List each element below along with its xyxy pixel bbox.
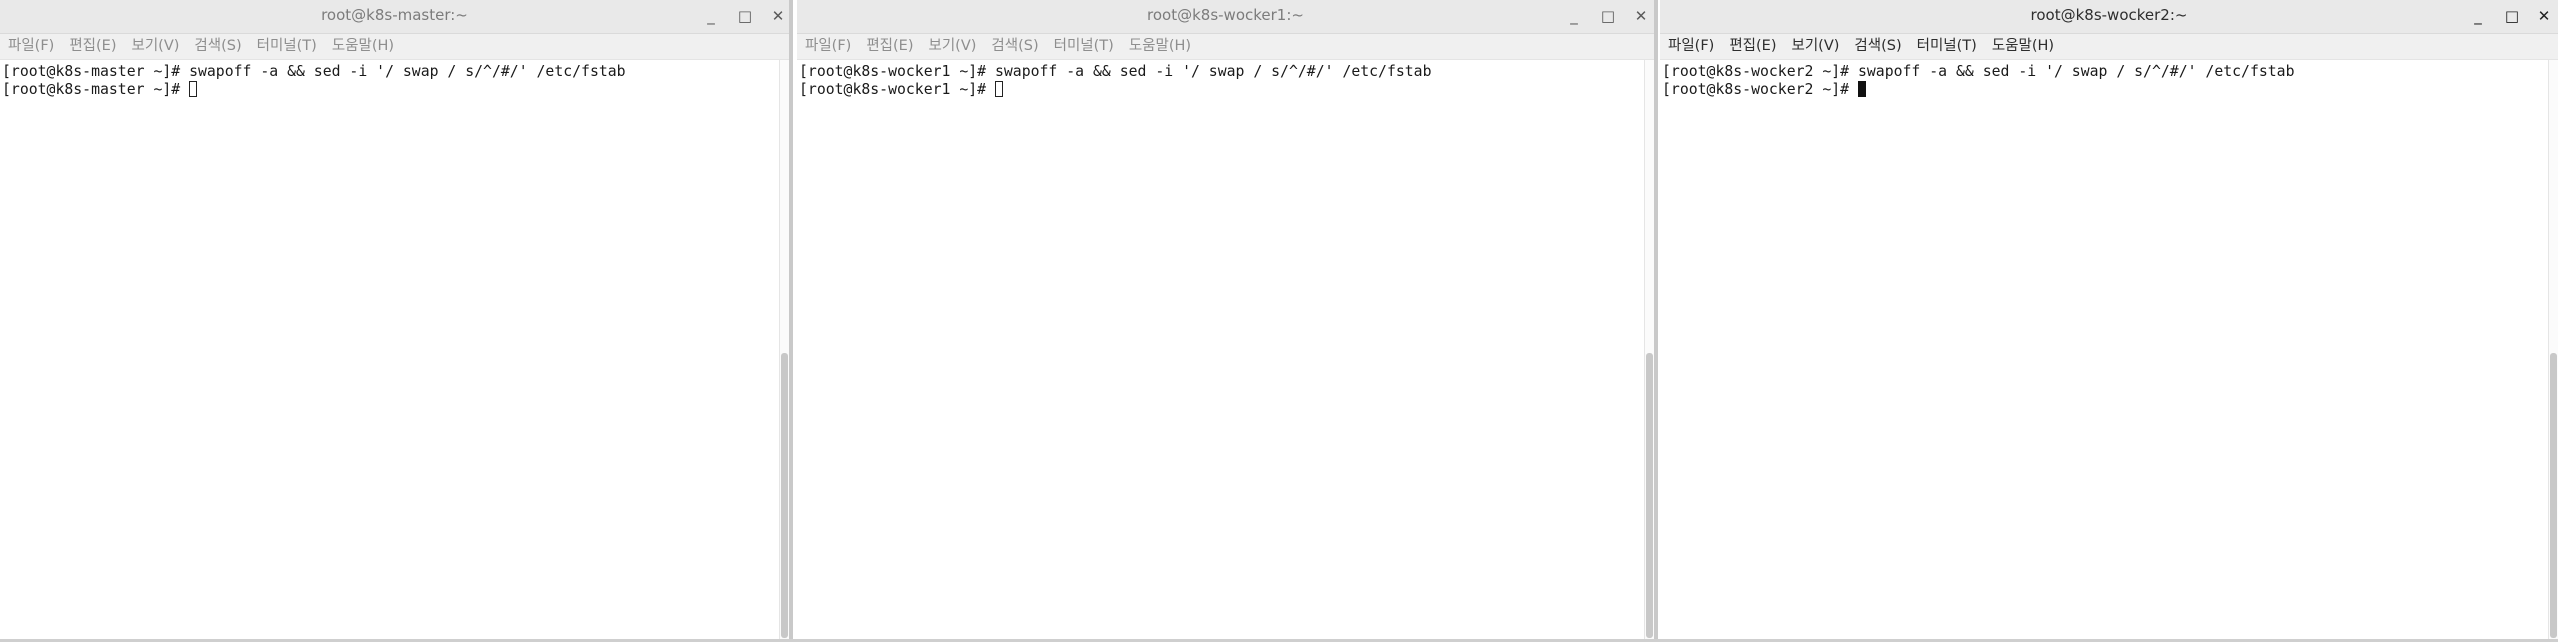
- scrollbar[interactable]: [2548, 60, 2558, 642]
- scrollbar-thumb[interactable]: [2550, 353, 2557, 638]
- menu-help[interactable]: 도움말(H): [1985, 34, 2061, 59]
- close-icon[interactable]: ✕: [1629, 5, 1653, 27]
- menu-terminal[interactable]: 터미널(T): [250, 34, 324, 59]
- terminal-prompt-line: [root@k8s-wocker1 ~]#: [799, 81, 1644, 99]
- terminal-window-wocker1[interactable]: root@k8s-wocker1:~ _ □ ✕ 파일(F) 편집(E) 보기(V)…: [797, 0, 1654, 642]
- terminal-output[interactable]: [root@k8s-wocker1 ~]# swapoff -a && sed …: [797, 60, 1644, 642]
- maximize-icon[interactable]: □: [733, 5, 757, 27]
- prompt-text: [root@k8s-master ~]#: [2, 81, 190, 98]
- window-title: root@k8s-wocker2:~: [2030, 6, 2188, 24]
- scrollbar[interactable]: [1644, 60, 1654, 642]
- title-bar[interactable]: root@k8s-master:~ _ □ ✕: [0, 0, 789, 34]
- terminal-line: [root@k8s-wocker2 ~]# swapoff -a && sed …: [1662, 63, 2295, 80]
- terminal-output[interactable]: [root@k8s-wocker2 ~]# swapoff -a && sed …: [1660, 60, 2548, 642]
- menu-file[interactable]: 파일(F): [1661, 34, 1721, 59]
- menu-view[interactable]: 보기(V): [1785, 34, 1847, 59]
- menu-view[interactable]: 보기(V): [125, 34, 187, 59]
- maximize-icon[interactable]: □: [2500, 5, 2524, 27]
- minimize-icon[interactable]: _: [2466, 5, 2490, 27]
- menu-file[interactable]: 파일(F): [798, 34, 858, 59]
- terminal-line: [root@k8s-master ~]# swapoff -a && sed -…: [2, 63, 626, 80]
- title-bar[interactable]: root@k8s-wocker1:~ _ □ ✕: [797, 0, 1654, 34]
- menu-edit[interactable]: 편집(E): [1722, 34, 1783, 59]
- menu-bar: 파일(F) 편집(E) 보기(V) 검색(S) 터미널(T) 도움말(H): [0, 34, 789, 60]
- menu-terminal[interactable]: 터미널(T): [1047, 34, 1121, 59]
- close-icon[interactable]: ✕: [766, 5, 789, 27]
- title-bar[interactable]: root@k8s-wocker2:~ _ □ ✕: [1660, 0, 2558, 34]
- text-cursor: [995, 81, 1003, 97]
- maximize-icon[interactable]: □: [1596, 5, 1620, 27]
- minimize-icon[interactable]: _: [1562, 5, 1586, 27]
- scrollbar[interactable]: [779, 60, 789, 642]
- menu-edit[interactable]: 편집(E): [62, 34, 123, 59]
- menu-bar: 파일(F) 편집(E) 보기(V) 검색(S) 터미널(T) 도움말(H): [1660, 34, 2558, 60]
- menu-file[interactable]: 파일(F): [1, 34, 61, 59]
- menu-terminal[interactable]: 터미널(T): [1910, 34, 1984, 59]
- terminal-window-wocker2[interactable]: root@k8s-wocker2:~ _ □ ✕ 파일(F) 편집(E) 보기(V)…: [1660, 0, 2558, 642]
- text-cursor: [189, 81, 198, 97]
- text-cursor: [1858, 81, 1866, 97]
- window-title: root@k8s-wocker1:~: [1147, 6, 1304, 24]
- window-divider: [789, 0, 793, 642]
- scrollbar-thumb[interactable]: [781, 353, 788, 638]
- terminal-prompt-line: [root@k8s-wocker2 ~]#: [1662, 81, 2548, 99]
- menu-help[interactable]: 도움말(H): [325, 34, 401, 59]
- window-title: root@k8s-master:~: [321, 6, 468, 24]
- terminal-window-master[interactable]: root@k8s-master:~ _ □ ✕ 파일(F) 편집(E) 보기(V) 검…: [0, 0, 789, 642]
- prompt-text: [root@k8s-wocker1 ~]#: [799, 81, 995, 98]
- menu-search[interactable]: 검색(S): [984, 34, 1045, 59]
- menu-view[interactable]: 보기(V): [922, 34, 984, 59]
- prompt-text: [root@k8s-wocker2 ~]#: [1662, 81, 1858, 98]
- menu-bar: 파일(F) 편집(E) 보기(V) 검색(S) 터미널(T) 도움말(H): [797, 34, 1654, 60]
- close-icon[interactable]: ✕: [2532, 5, 2556, 27]
- terminal-prompt-line: [root@k8s-master ~]#: [2, 81, 779, 99]
- terminal-output[interactable]: [root@k8s-master ~]# swapoff -a && sed -…: [0, 60, 779, 642]
- menu-help[interactable]: 도움말(H): [1122, 34, 1198, 59]
- minimize-icon[interactable]: _: [699, 5, 723, 27]
- menu-search[interactable]: 검색(S): [1847, 34, 1908, 59]
- scrollbar-thumb[interactable]: [1646, 353, 1653, 638]
- window-divider: [1654, 0, 1658, 642]
- menu-edit[interactable]: 편집(E): [859, 34, 920, 59]
- menu-search[interactable]: 검색(S): [187, 34, 248, 59]
- terminal-line: [root@k8s-wocker1 ~]# swapoff -a && sed …: [799, 63, 1432, 80]
